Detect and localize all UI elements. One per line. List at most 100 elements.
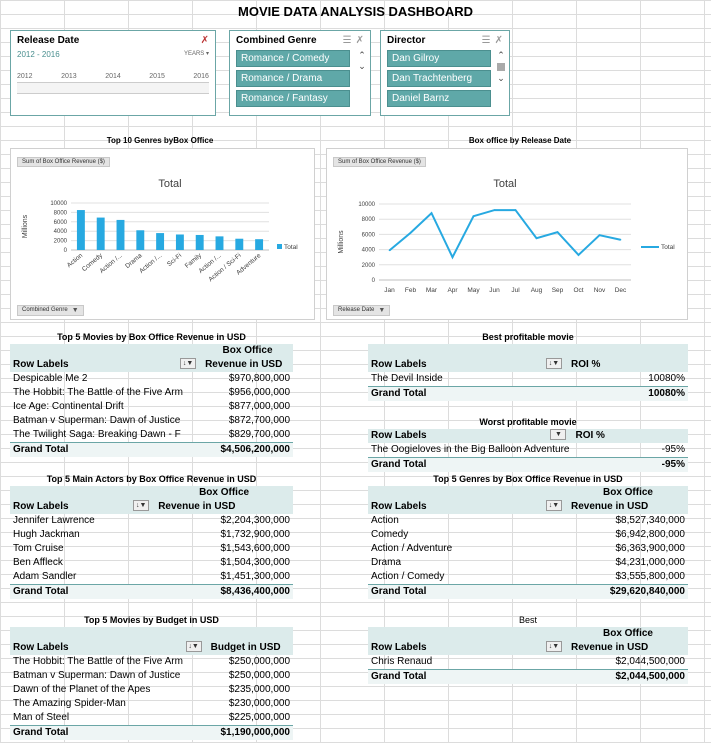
x-tick-label: Jul [511, 287, 520, 294]
legend-label: Total [661, 244, 675, 251]
filter-dropdown-icon: ▼ [71, 306, 79, 314]
release-date-slicer[interactable]: Release Date ✗ 2012 - 2016 YEARS ▾ 2012 … [10, 30, 216, 116]
multi-select-icon[interactable]: ☰ [343, 35, 352, 46]
worst-movie-pivot: Row Labels ▼ ROI % The Oogieloves in the B… [368, 429, 688, 472]
y-tick-label: 10000 [358, 202, 375, 208]
slicer-item[interactable]: Romance / Comedy [236, 50, 350, 67]
slicer-item[interactable]: Romance / Drama [236, 70, 350, 87]
top-genres-title: Top 5 Genres by Box Office Revenue in US… [433, 474, 623, 484]
slicer-item[interactable]: Dan Trachtenberg [387, 70, 491, 87]
legend-swatch [277, 244, 282, 249]
x-tick-label: Jun [489, 287, 500, 294]
value-header: Revenue in USD [568, 641, 688, 655]
timeline-bar[interactable] [17, 82, 209, 94]
release-chart[interactable]: Sum of Box Office Revenue ($) Total Milli… [326, 148, 688, 320]
table-row: The Devil Inside 10080% [371, 373, 685, 384]
sort-filter-icon[interactable]: ↓▼ [185, 641, 202, 652]
row-labels-header[interactable]: Row Labels ↓▼ [10, 358, 203, 372]
slicer-item[interactable]: Daniel Barnz [387, 90, 491, 107]
table-row: The Hobbit: The Battle of the Five Arm $2… [13, 656, 290, 667]
data-point [619, 238, 622, 241]
director-slicer[interactable]: Director ☰ ✗ Dan Gilroy Dan Trachtenberg … [380, 30, 510, 116]
sort-filter-icon[interactable]: ↓▼ [546, 500, 562, 511]
table-row: The Oogieloves in the Big Balloon Advent… [371, 444, 685, 455]
filter-icon[interactable]: ▼ [550, 429, 567, 440]
bar [116, 219, 125, 250]
top-budget-pivot: Row Labels ↓▼ Budget in USD The Hobbit: Th… [10, 627, 293, 740]
slicer-title: Combined Genre [236, 35, 317, 46]
grand-total-row: Grand Total $4,506,200,000 [10, 442, 293, 457]
timeline-level-dropdown[interactable]: YEARS ▾ [184, 50, 209, 59]
value-header: Revenue in USD [155, 500, 293, 514]
grand-total-row: Grand Total $29,620,840,000 [368, 584, 688, 599]
best-director-title: Best [518, 615, 537, 625]
table-row: Drama $4,231,000,000 [371, 557, 685, 568]
bar [195, 234, 204, 250]
table-row: Man of Steel $225,000,000 [13, 712, 290, 723]
x-tick-label: Jan [384, 287, 395, 294]
timeline-year[interactable]: 2012 [17, 73, 33, 80]
top-movies-title: Top 5 Movies by Box Office Revenue in US… [57, 332, 246, 342]
value-header: Budget in USD [207, 641, 293, 655]
bar [156, 233, 165, 250]
row-labels-header[interactable]: Row Labels ↓▼ [368, 641, 568, 655]
y-tick-label: 10000 [50, 201, 67, 207]
value-header: ROI % [572, 429, 688, 443]
genres-chart[interactable]: Sum of Box Office Revenue ($) Total Milli… [10, 148, 315, 320]
axis-field-button[interactable]: Combined Genre ▼ [17, 304, 84, 316]
slicer-scrollbar[interactable]: ⌃ ⌄ [357, 50, 367, 72]
y-axis-label: Millions [22, 214, 29, 238]
value-header: Revenue in USD [568, 500, 688, 514]
y-tick-label: 0 [64, 248, 68, 254]
chevron-down-icon[interactable]: ⌄ [497, 73, 505, 84]
table-row: Action / Comedy $3,555,800,000 [371, 571, 685, 582]
axis-field-button[interactable]: Release Date ▼ [333, 304, 391, 316]
row-labels-header[interactable]: Row Labels ↓▼ [10, 500, 156, 514]
x-tick-label: Apr [447, 287, 458, 294]
value-header: ROI % [568, 358, 688, 372]
y-axis-label: Millions [338, 230, 345, 254]
top-budget-title: Top 5 Movies by Budget in USD [84, 615, 219, 625]
data-point [598, 234, 601, 236]
slicer-item[interactable]: Romance / Fantasy [236, 90, 350, 107]
table-row: Batman v Superman: Dawn of Justice $250,0… [13, 670, 290, 681]
timeline-year[interactable]: 2014 [105, 73, 121, 80]
x-tick-label: Sci-Fi [166, 252, 183, 268]
data-point [451, 256, 454, 258]
sort-filter-icon[interactable]: ↓▼ [133, 500, 150, 511]
row-labels-header[interactable]: Row Labels ↓▼ [368, 500, 568, 514]
row-labels-header[interactable]: Row Labels ▼ [368, 429, 573, 443]
y-tick-label: 8000 [362, 217, 376, 223]
data-point [472, 215, 475, 217]
multi-select-icon[interactable]: ☰ [482, 35, 491, 46]
best-movie-pivot: Row Labels ↓▼ ROI % The Devil Inside 10080%… [368, 344, 688, 401]
chevron-down-icon[interactable]: ⌄ [358, 61, 366, 72]
table-row: Jennifer Lawrence $2,204,300,000 [13, 515, 290, 526]
row-labels-header[interactable]: Row Labels ↓▼ [368, 358, 568, 372]
grand-total-row: Grand Total $1,190,000,000 [10, 725, 293, 740]
grand-total-row: Grand Total $2,044,500,000 [368, 669, 688, 684]
genre-slicer[interactable]: Combined Genre ☰ ✗ Romance / Comedy Roman… [229, 30, 371, 116]
table-row: Hugh Jackman $1,732,900,000 [13, 529, 290, 540]
clear-filter-icon[interactable]: ✗ [356, 35, 364, 46]
slicer-title: Release Date [17, 35, 80, 46]
clear-filter-icon[interactable]: ✗ [201, 35, 209, 46]
sort-filter-icon[interactable]: ↓▼ [546, 358, 562, 369]
data-point [430, 212, 433, 214]
chevron-up-icon[interactable]: ⌃ [358, 50, 366, 61]
sort-filter-icon[interactable]: ↓▼ [180, 358, 197, 369]
slicer-scrollbar[interactable]: ⌃ ⌄ [496, 50, 506, 84]
timeline-year[interactable]: 2013 [61, 73, 77, 80]
sort-filter-icon[interactable]: ↓▼ [546, 641, 562, 652]
timeline-year[interactable]: 2016 [193, 73, 209, 80]
timeline-range: 2012 - 2016 [17, 50, 60, 59]
timeline-year[interactable]: 2015 [149, 73, 165, 80]
slicer-item[interactable]: Dan Gilroy [387, 50, 491, 67]
table-row: Chris Renaud $2,044,500,000 [371, 656, 685, 667]
row-labels-header[interactable]: Row Labels ↓▼ [10, 641, 208, 655]
series-line [388, 209, 621, 260]
chevron-up-icon[interactable]: ⌃ [497, 50, 505, 61]
value-header: Box Office [155, 486, 293, 500]
grand-total-row: Grand Total 10080% [368, 386, 688, 401]
clear-filter-icon[interactable]: ✗ [495, 35, 503, 46]
